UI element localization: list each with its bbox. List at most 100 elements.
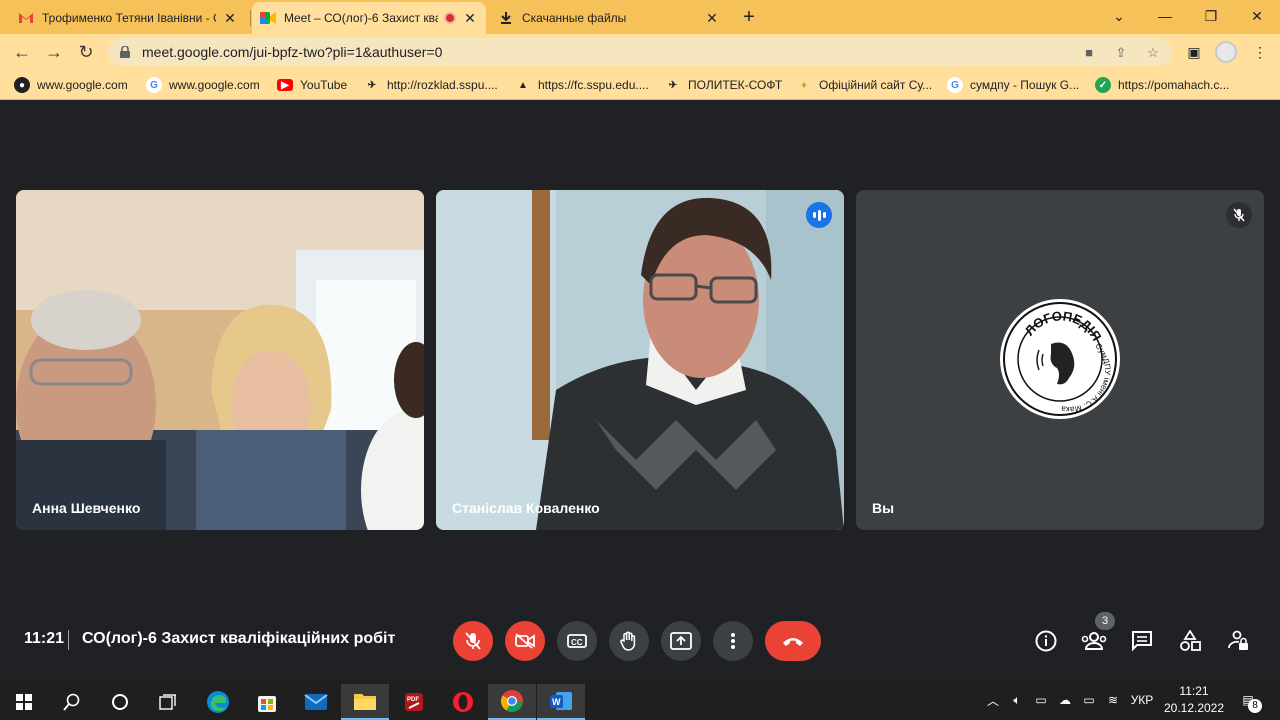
task-view-icon [159,694,176,710]
activities-button[interactable] [1176,627,1204,655]
mic-muted-icon [1226,202,1252,228]
bookmark-label: https://pomahach.c... [1118,78,1230,92]
toggle-camera-button[interactable] [505,621,545,661]
profile-avatar[interactable] [1215,41,1237,63]
taskbar-clock[interactable]: 11:21 20.12.2022 [1158,683,1230,717]
taskbar-pdf[interactable]: PDF [390,684,438,720]
bookmark-label: www.google.com [37,78,128,92]
taskbar-file-explorer[interactable] [341,684,389,720]
start-button[interactable] [0,684,48,720]
tray-overflow-chevron-icon[interactable]: ︿ [984,680,1002,720]
bookmark-label: http://rozklad.sspu.... [387,78,498,92]
bookmark-label: сумдпу - Пошук G... [970,78,1080,92]
hand-icon [620,631,636,651]
bookmark-item[interactable]: G www.google.com [146,76,260,94]
more-menu-icon[interactable]: ⋮ [1250,42,1270,62]
taskbar-word[interactable]: W [537,684,585,720]
chat-icon [1132,631,1152,652]
more-options-button[interactable] [713,621,753,661]
bookmark-item[interactable]: ● www.google.com [14,76,128,94]
tab-gmail[interactable]: Трофименко Тетяни Іванівни - С ✕ [10,2,246,34]
taskbar-edge[interactable] [194,684,242,720]
logopedia-logo: ЛОГОПЕДІЯ СумДПУ імені А.С. Макаренка [997,291,1121,420]
meet-now-icon[interactable]: ▭ [1030,680,1052,720]
wifi-icon[interactable]: ≋ [1102,680,1124,720]
camera-icon[interactable]: ■ [1080,44,1098,62]
people-button[interactable] [1080,627,1108,655]
bookmark-item[interactable]: ▶ YouTube [277,76,347,94]
rocket-icon: ✈ [367,79,377,91]
taskbar-opera[interactable] [439,684,487,720]
pdf-icon: PDF [405,693,423,711]
svg-text:W: W [552,697,561,707]
tab-title: Meet – СО(лог)-6 Захист ква [284,11,438,25]
participant-name: Анна Шевченко [32,500,141,516]
bookmark-item[interactable]: G сумдпу - Пошук G... [947,76,1079,94]
google-icon: G [146,77,162,93]
github-icon: ● [14,77,30,93]
meeting-details-button[interactable] [1032,627,1060,655]
host-controls-button[interactable] [1224,627,1252,655]
onedrive-icon[interactable]: ☁ [1054,680,1076,720]
activities-icon [1180,630,1201,651]
minimize-button[interactable]: — [1150,4,1180,28]
input-language[interactable]: УКР [1128,680,1156,720]
meeting-controls-bar: 11:21 СО(лог)-6 Захист кваліфікаційних р… [0,610,1280,670]
new-tab-button[interactable]: + [738,6,760,28]
captions-button[interactable]: CC [557,621,597,661]
bookmark-item[interactable]: ✓ https://pomahach.c... [1095,76,1229,94]
cortana-button[interactable] [96,684,144,720]
info-icon [1035,630,1057,652]
bookmark-item[interactable]: ▲ https://fc.sspu.edu.... [515,76,649,94]
chat-button[interactable] [1128,627,1156,655]
bookmark-item[interactable]: ♦ Офіційний сайт Су... [796,76,932,94]
download-icon [498,10,514,26]
participant-tile[interactable]: Анна Шевченко [16,190,424,530]
share-icon[interactable]: ⇪ [1112,44,1130,62]
captions-icon: CC [567,634,587,648]
tab-meet[interactable]: Meet – СО(лог)-6 Захист ква ✕ [252,2,486,34]
side-panel-icon[interactable]: ▣ [1184,42,1204,62]
svg-text:PDF: PDF [407,697,419,703]
bookmark-item[interactable]: ✈ ПОЛИТЕК-СОФТ [665,76,782,94]
close-icon[interactable]: ✕ [704,10,720,26]
back-arrow-icon[interactable]: ← [10,40,34,64]
close-window-button[interactable]: ✕ [1242,4,1272,28]
restore-button[interactable]: ❐ [1196,4,1226,28]
close-icon[interactable]: ✕ [462,10,478,26]
people-count-badge: 3 [1095,612,1115,630]
crest-icon: ♦ [801,79,807,91]
word-icon: W [550,692,572,710]
raise-hand-button[interactable] [609,621,649,661]
clock-date: 20.12.2022 [1163,701,1225,715]
close-icon[interactable]: ✕ [222,10,238,26]
bookmark-star-icon[interactable]: ☆ [1144,44,1162,62]
self-tile[interactable]: ЛОГОПЕДІЯ СумДПУ імені А.С. Макаренка Вы [856,190,1264,530]
leave-call-button[interactable] [765,621,821,661]
participant-name: Вы [872,500,895,516]
forward-arrow-icon[interactable]: → [42,40,66,64]
address-bar[interactable]: meet.google.com/jui-bpfz-two?pli=1&authu… [108,38,1172,66]
folder-icon [354,694,376,710]
bookmark-item[interactable]: ✈ http://rozklad.sspu.... [364,76,498,94]
reload-icon[interactable]: ↻ [74,40,98,64]
divider [68,630,69,650]
present-screen-button[interactable] [661,621,701,661]
battery-icon[interactable]: ▭ [1078,680,1100,720]
chrome-icon [501,690,523,712]
recording-icon [444,12,456,24]
cortana-icon [112,694,128,710]
tab-search-chevron-icon[interactable]: ⌄ [1104,4,1134,28]
volume-icon[interactable]: 🔈︎ [1006,680,1028,720]
task-view-button[interactable] [144,684,192,720]
check-icon: ✓ [1095,77,1111,93]
toggle-mic-button[interactable] [453,621,493,661]
search-button[interactable] [48,684,96,720]
participant-name: Станіслав Коваленко [452,500,600,516]
taskbar-chrome[interactable] [488,684,536,720]
taskbar-mail[interactable] [292,684,340,720]
bookmark-label: www.google.com [169,78,260,92]
tab-downloads[interactable]: Скачанные файлы ✕ [490,2,728,34]
participant-tile-active-speaker[interactable]: Станіслав Коваленко [436,190,844,530]
taskbar-store[interactable] [243,684,291,720]
